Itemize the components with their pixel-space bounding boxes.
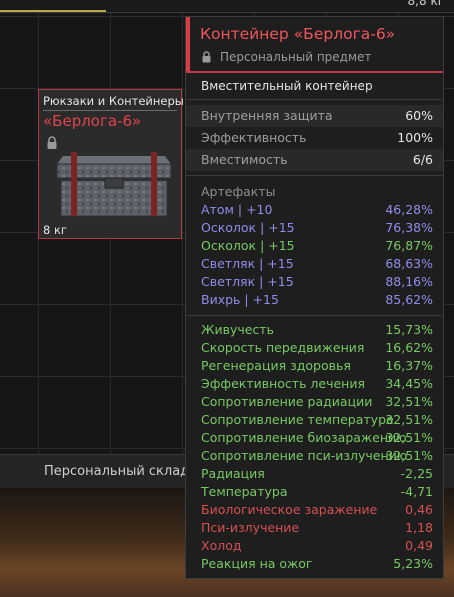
effect-value: -4,71 bbox=[400, 484, 433, 499]
tooltip-header: Контейнер «Берлога-6» Персональный предм… bbox=[186, 17, 443, 73]
effect-row: Скорость передвижения 16,62% bbox=[186, 339, 443, 357]
storage-label: Персональный склад bbox=[44, 464, 190, 479]
artifact-value: 46,28% bbox=[385, 202, 433, 217]
stat-value: 6/6 bbox=[412, 152, 433, 167]
item-name: «Берлога-6» bbox=[43, 112, 142, 130]
effect-value: 32,51% bbox=[385, 448, 433, 463]
effect-row: Температура -4,71 bbox=[186, 483, 443, 501]
effect-label: Реакция на ожог bbox=[201, 556, 313, 571]
effect-row: Регенерация здоровья 16,37% bbox=[186, 357, 443, 375]
tooltip-title: Контейнер «Берлога-6» bbox=[200, 25, 396, 43]
effect-label: Сопротивление биозаражению bbox=[201, 430, 407, 445]
effect-value: -2,25 bbox=[400, 466, 433, 481]
artifacts-section: Артефакты Атом | +10 46,28% Осколок | +1… bbox=[186, 176, 443, 316]
effect-label: Биологическое заражение bbox=[201, 502, 378, 517]
rarity-bar bbox=[186, 17, 190, 71]
artifact-label: Атом | +10 bbox=[201, 202, 273, 217]
artifact-row: Светляк | +15 68,63% bbox=[186, 255, 443, 273]
stat-label: Вместимость bbox=[201, 152, 288, 167]
effect-value: 16,37% bbox=[385, 358, 433, 373]
artifact-label: Вихрь | +15 bbox=[201, 292, 279, 307]
item-weight: 8 кг bbox=[43, 223, 67, 237]
effect-row: Реакция на ожог 5,23% bbox=[186, 555, 443, 573]
stat-value: 60% bbox=[405, 108, 433, 123]
effect-label: Скорость передвижения bbox=[201, 340, 365, 355]
artifacts-title: Артефакты bbox=[201, 184, 276, 199]
stat-value: 100% bbox=[397, 130, 433, 145]
effect-row: Сопротивление температуре 32,51% bbox=[186, 411, 443, 429]
stat-row: Вместимость 6/6 bbox=[186, 149, 443, 171]
effect-label: Регенерация здоровья bbox=[201, 358, 351, 373]
artifact-value: 85,62% bbox=[385, 292, 433, 307]
effect-label: Эффективность лечения bbox=[201, 376, 366, 391]
effect-row: Живучесть 15,73% bbox=[186, 321, 443, 339]
effect-row: Сопротивление пси-излучению 32,51% bbox=[186, 447, 443, 465]
effect-label: Сопротивление температуре bbox=[201, 412, 394, 427]
effect-row: Холод 0,49 bbox=[186, 537, 443, 555]
effect-label: Сопротивление пси-излучению bbox=[201, 448, 408, 463]
effect-label: Пси-излучение bbox=[201, 520, 300, 535]
item-category: Рюкзаки и Контейнеры bbox=[43, 94, 184, 108]
container-chest-image bbox=[56, 152, 172, 217]
item-card[interactable]: Рюкзаки и Контейнеры «Берлога-6» 8 кг bbox=[38, 89, 184, 239]
artifact-row: Осколок | +15 76,87% bbox=[186, 237, 443, 255]
artifact-row: Осколок | +15 76,38% bbox=[186, 219, 443, 237]
top-weight: 8,8 кг bbox=[407, 0, 444, 8]
top-accent-line bbox=[0, 10, 106, 12]
artifact-row: Светляк | +15 88,16% bbox=[186, 273, 443, 291]
effect-value: 34,45% bbox=[385, 376, 433, 391]
item-type: Вместительный контейнер bbox=[186, 73, 443, 100]
artifact-row: Вихрь | +15 85,62% bbox=[186, 291, 443, 309]
effect-label: Радиация bbox=[201, 466, 265, 481]
tooltip-subtitle: Персональный предмет bbox=[220, 50, 372, 64]
effect-row: Сопротивление биозаражению 32,51% bbox=[186, 429, 443, 447]
artifact-value: 76,87% bbox=[385, 238, 433, 253]
effect-row: Радиация -2,25 bbox=[186, 465, 443, 483]
stats-section: Внутренняя защита 60% Эффективность 100%… bbox=[186, 100, 443, 176]
effect-label: Холод bbox=[201, 538, 242, 553]
effect-row: Сопротивление радиации 32,51% bbox=[186, 393, 443, 411]
artifact-value: 68,63% bbox=[385, 256, 433, 271]
artifact-row: Атом | +10 46,28% bbox=[186, 201, 443, 219]
effect-value: 16,62% bbox=[385, 340, 433, 355]
item-tooltip: Контейнер «Берлога-6» Персональный предм… bbox=[185, 16, 444, 579]
artifact-label: Светляк | +15 bbox=[201, 256, 294, 271]
artifact-label: Осколок | +15 bbox=[201, 220, 295, 235]
item-separator bbox=[43, 110, 177, 111]
artifact-label: Светляк | +15 bbox=[201, 274, 294, 289]
artifact-label: Осколок | +15 bbox=[201, 238, 295, 253]
effect-value: 5,23% bbox=[393, 556, 433, 571]
effect-row: Пси-излучение 1,18 bbox=[186, 519, 443, 537]
effect-value: 0,49 bbox=[405, 538, 433, 553]
effect-value: 32,51% bbox=[385, 394, 433, 409]
effect-value: 15,73% bbox=[385, 322, 433, 337]
effect-label: Живучесть bbox=[201, 322, 274, 337]
effect-label: Сопротивление радиации bbox=[201, 394, 373, 409]
effect-value: 0,46 bbox=[405, 502, 433, 517]
stat-label: Эффективность bbox=[201, 130, 307, 145]
stat-row: Эффективность 100% bbox=[186, 127, 443, 149]
effect-value: 32,51% bbox=[385, 412, 433, 427]
stat-label: Внутренняя защита bbox=[201, 108, 333, 123]
artifact-value: 88,16% bbox=[385, 274, 433, 289]
effect-row: Биологическое заражение 0,46 bbox=[186, 501, 443, 519]
effect-row: Эффективность лечения 34,45% bbox=[186, 375, 443, 393]
effect-value: 32,51% bbox=[385, 430, 433, 445]
lock-icon bbox=[202, 51, 211, 63]
effect-label: Температура bbox=[201, 484, 288, 499]
stat-row: Внутренняя защита 60% bbox=[186, 105, 443, 127]
effects-section: Живучесть 15,73% Скорость передвижения 1… bbox=[186, 316, 443, 573]
artifact-value: 76,38% bbox=[385, 220, 433, 235]
effect-value: 1,18 bbox=[405, 520, 433, 535]
